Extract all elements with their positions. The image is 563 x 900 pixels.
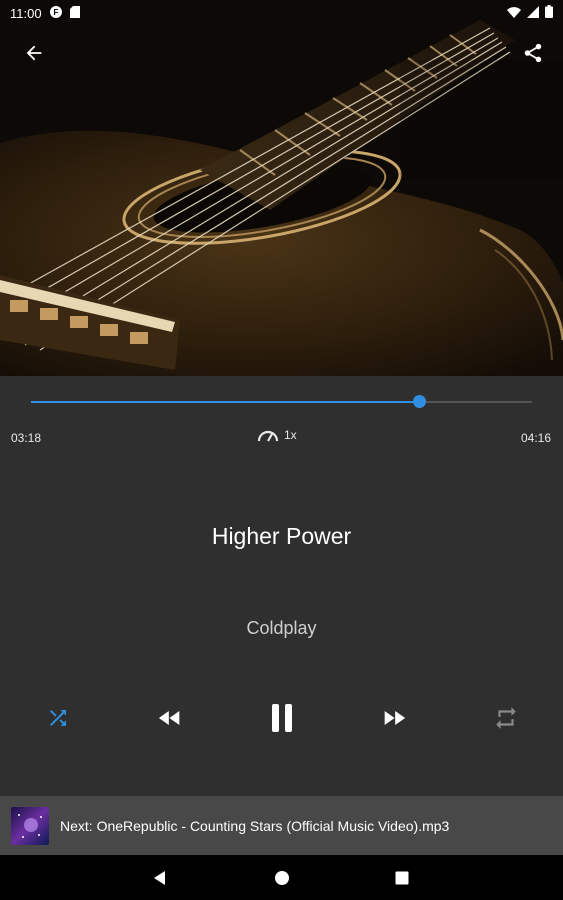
current-time: 03:18 [11,431,42,445]
shuffle-button[interactable] [38,696,78,740]
fast-forward-icon [384,711,406,725]
system-nav-bar [0,855,563,900]
track-title: Higher Power [211,523,352,549]
speed-label: 1x [284,428,297,442]
circle-home-icon [275,871,289,885]
nav-recents-button[interactable] [392,868,412,888]
next-track-thumbnail [11,806,49,845]
track-artist: Coldplay [246,618,317,638]
wifi-icon [507,6,521,21]
pause-button[interactable] [260,696,304,740]
share-button[interactable] [513,33,553,73]
repeat-icon [496,707,516,729]
fast-forward-button[interactable] [372,696,416,740]
sd-card-icon [69,5,80,21]
seek-bar[interactable] [31,395,532,408]
signal-icon [527,5,539,21]
shuffle-icon [50,710,66,726]
battery-icon [545,5,553,21]
square-recents-icon [395,871,409,885]
speedometer-icon [257,430,279,442]
status-bar: 11:00 F [0,0,563,26]
rewind-button[interactable] [148,696,192,740]
arrow-left-icon [26,45,42,61]
nav-home-button[interactable] [272,868,292,888]
duration: 04:16 [520,431,551,445]
next-track-bar[interactable]: Next: OneRepublic - Counting Stars (Offi… [0,796,563,855]
playback-speed-button[interactable]: 1x [256,427,297,443]
seek-thumb[interactable] [413,395,427,408]
status-time: 11:00 [10,5,42,21]
share-icon [524,43,542,63]
svg-text:F: F [53,8,58,17]
rewind-icon [158,711,180,725]
app-notification-icon: F [49,5,62,21]
guitar-artwork [0,0,563,376]
album-art [0,0,563,376]
seek-progress [31,401,420,403]
nav-back-button[interactable] [150,868,170,888]
triangle-back-icon [154,871,165,885]
repeat-button[interactable] [486,696,526,740]
next-track-label: Next: OneRepublic - Counting Stars (Offi… [60,817,450,834]
pause-icon [272,704,292,732]
back-button[interactable] [14,33,54,73]
